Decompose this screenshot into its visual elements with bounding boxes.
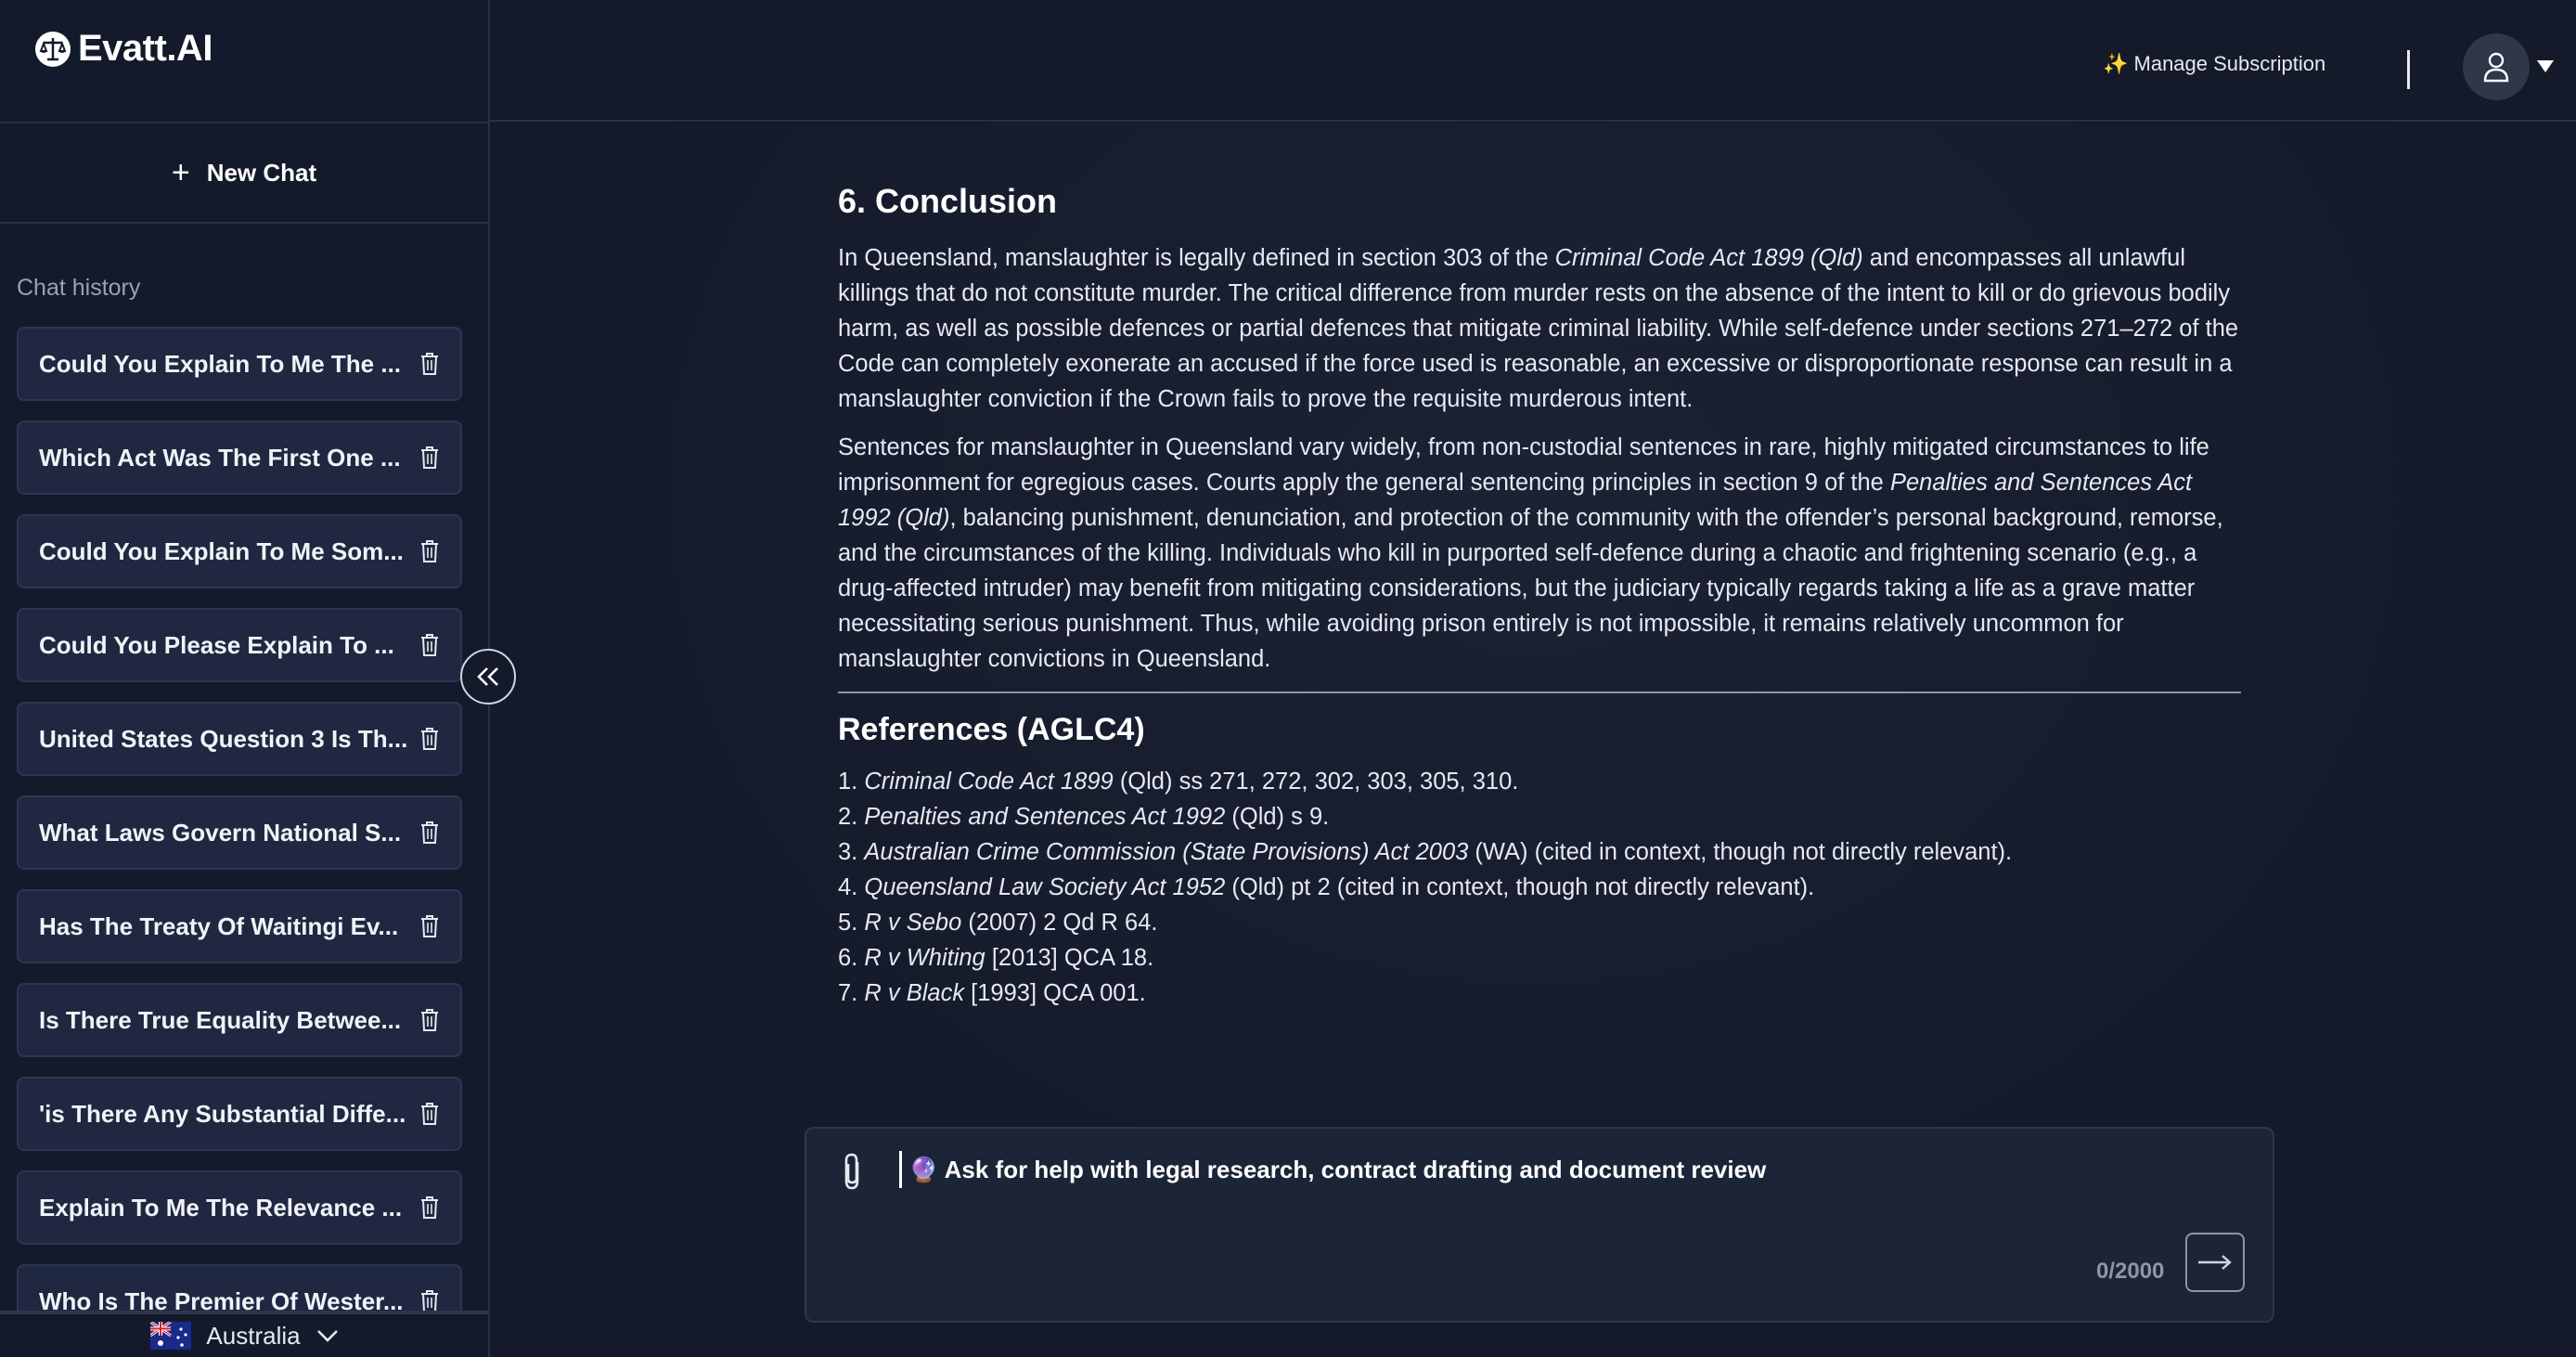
chat-history-item-title: Explain To Me The Relevance ... [39, 1193, 403, 1221]
chat-history-item[interactable]: Which Act Was The First One ... [17, 420, 462, 495]
trash-icon[interactable] [419, 446, 440, 470]
user-icon [2483, 52, 2509, 83]
chat-history-list: Could You Explain To Me The ... Which Ac… [17, 327, 462, 1357]
paperclip-icon[interactable] [838, 1151, 866, 1192]
trash-icon[interactable] [419, 821, 440, 845]
trash-icon[interactable] [419, 539, 440, 563]
message-composer: 0/2000 [805, 1127, 2274, 1323]
chat-history-item-title: What Laws Govern National S... [39, 818, 402, 847]
trash-icon[interactable] [419, 727, 440, 751]
references-heading: References (AGLC4) [838, 712, 1145, 747]
reference-item: 4. Queensland Law Society Act 1952 (Qld)… [838, 874, 1815, 900]
chat-history-item-title: Which Act Was The First One ... [39, 443, 401, 472]
brand-logo[interactable]: Evatt.AI [33, 28, 213, 70]
trash-icon[interactable] [419, 1008, 440, 1032]
trash-icon[interactable] [419, 1102, 440, 1126]
references-list: 1. Criminal Code Act 1899 (Qld) ss 271, … [838, 764, 2241, 1011]
section-divider [838, 691, 2241, 693]
chat-history-item[interactable]: Explain To Me The Relevance ... [17, 1170, 462, 1245]
trash-icon[interactable] [419, 914, 440, 938]
send-button[interactable] [2185, 1233, 2245, 1292]
assistant-response: 6. Conclusion In Queensland, manslaughte… [838, 181, 2241, 1011]
manage-subscription-link[interactable]: ✨ Manage Subscription [2103, 52, 2325, 76]
conclusion-paragraph-2: Sentences for manslaughter in Queensland… [838, 434, 2223, 672]
reference-item: 5. R v Sebo (2007) 2 Qd R 64. [838, 910, 1158, 936]
chat-history-item-title: Could You Explain To Me The ... [39, 349, 402, 378]
reference-item: 2. Penalties and Sentences Act 1992 (Qld… [838, 804, 1330, 830]
app-root: Evatt.AI + New Chat Chat history Could Y… [0, 0, 2576, 1357]
character-counter: 0/2000 [2096, 1259, 2165, 1284]
chat-history-item[interactable]: What Laws Govern National S... [17, 795, 462, 870]
arrow-right-icon [2198, 1255, 2232, 1270]
conclusion-paragraph-1: In Queensland, manslaughter is legally d… [838, 245, 2239, 412]
conclusion-heading: 6. Conclusion [838, 182, 1058, 220]
chat-history-item-title: United States Question 3 Is Th... [39, 724, 406, 753]
text-caret [899, 1151, 902, 1188]
prompt-input[interactable] [907, 1147, 2206, 1192]
header-divider [2407, 50, 2410, 89]
reference-item: 1. Criminal Code Act 1899 (Qld) ss 271, … [838, 769, 1519, 795]
trash-icon[interactable] [419, 352, 440, 376]
chevrons-left-icon [477, 667, 498, 686]
brand-name: Evatt.AI [78, 28, 213, 69]
chat-history-item[interactable]: Is There True Equality Betwee... [17, 983, 462, 1057]
reference-item: 6. R v Whiting [2013] QCA 18. [838, 945, 1154, 971]
chat-history-title: Chat history [17, 275, 141, 301]
caret-down-icon[interactable] [2535, 56, 2556, 76]
chat-history-item-title: Has The Treaty Of Waitingi Ev... [39, 911, 399, 940]
user-avatar-button[interactable] [2463, 33, 2530, 100]
region-selector[interactable]: Australia [0, 1311, 488, 1357]
chevron-down-icon [316, 1330, 338, 1342]
top-header: ✨ Manage Subscription [490, 0, 2576, 122]
main-content: 6. Conclusion In Queensland, manslaughte… [490, 123, 2576, 1357]
collapse-sidebar-button[interactable] [460, 649, 516, 704]
trash-icon[interactable] [419, 1195, 440, 1220]
reference-item: 3. Australian Crime Commission (State Pr… [838, 839, 2013, 865]
chat-history-item[interactable]: Could You Please Explain To ... [17, 608, 462, 682]
chat-history-item[interactable]: 'is There Any Substantial Diffe... [17, 1077, 462, 1151]
chat-history-item[interactable]: United States Question 3 Is Th... [17, 702, 462, 776]
chat-history-item-title: Could You Explain To Me Som... [39, 536, 404, 565]
scales-logo-icon [35, 31, 71, 67]
australia-flag-icon [150, 1322, 192, 1350]
new-chat-button[interactable]: + New Chat [0, 123, 488, 224]
new-chat-label: New Chat [206, 158, 317, 187]
chat-history-item[interactable]: Has The Treaty Of Waitingi Ev... [17, 889, 462, 963]
sidebar: Evatt.AI + New Chat Chat history Could Y… [0, 0, 490, 1357]
plus-icon: + [171, 155, 190, 190]
chat-history-item[interactable]: Could You Explain To Me Som... [17, 514, 462, 588]
reference-item: 7. R v Black [1993] QCA 001. [838, 980, 1146, 1006]
chat-history-item-title: Could You Please Explain To ... [39, 630, 394, 659]
chat-history-item[interactable]: Could You Explain To Me The ... [17, 327, 462, 401]
region-label: Australia [206, 1321, 301, 1350]
chat-history-item-title: Is There True Equality Betwee... [39, 1005, 402, 1034]
chat-history-item-title: 'is There Any Substantial Diffe... [39, 1099, 406, 1128]
trash-icon[interactable] [419, 633, 440, 657]
